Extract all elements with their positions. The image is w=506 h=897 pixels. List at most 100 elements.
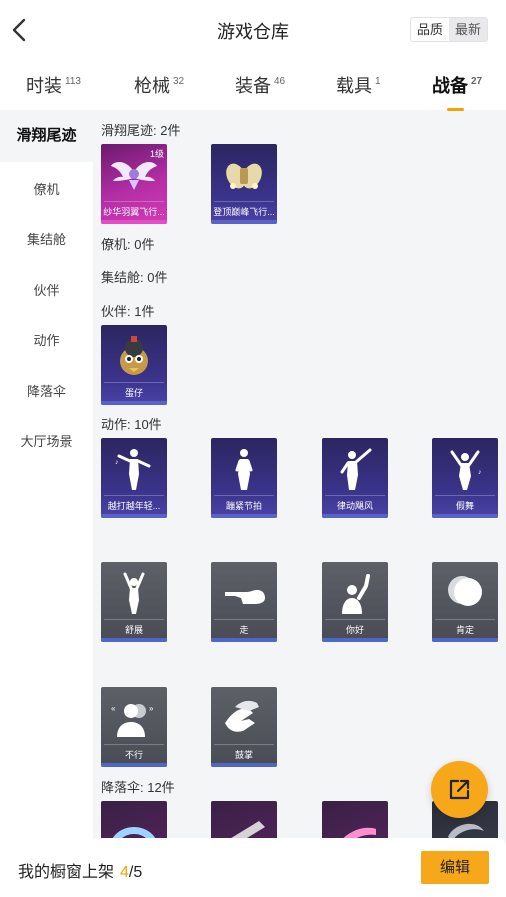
rarity-bar	[101, 638, 167, 642]
item-grid: 滑翔尾迹: 2件 1级 纱华羽翼飞行... 登顶巅峰飞行... 僚机: 0件 集…	[93, 110, 506, 838]
showcase-status: 我的橱窗上架 4/5	[18, 858, 142, 882]
section-label-partner: 伙伴: 1件	[101, 304, 155, 319]
clapping-hands-icon	[225, 700, 259, 732]
sidebar-item-lobby-scene[interactable]: 大厅场景	[0, 431, 93, 450]
rarity-bar	[211, 514, 277, 518]
item-name: 走	[239, 625, 249, 635]
svg-text:»: »	[149, 704, 154, 713]
item-card[interactable]: 走	[211, 562, 277, 642]
item-card[interactable]: ♪ 越打越年轻...	[101, 438, 167, 518]
sort-quality-button[interactable]: 品质	[411, 18, 449, 41]
sidebar-item-parachute[interactable]: 降落伞	[0, 381, 93, 400]
tab-equipment[interactable]: 装备 46	[235, 72, 285, 98]
share-button[interactable]	[431, 761, 488, 818]
rarity-bar	[432, 638, 498, 642]
tab-fashion[interactable]: 时装 113	[26, 72, 81, 98]
section-label-emote: 动作: 10件	[101, 417, 162, 432]
item-name: 假舞	[455, 501, 474, 511]
item-card[interactable]	[322, 801, 388, 838]
divider	[214, 201, 274, 202]
item-card[interactable]: 你好	[322, 562, 388, 642]
divider	[214, 744, 274, 745]
sidebar-item-pod[interactable]: 集结舱	[0, 229, 93, 248]
tab-count: 46	[274, 76, 286, 87]
sort-newest-button[interactable]: 最新	[448, 18, 487, 41]
parachute-icon	[112, 827, 156, 838]
sidebar-item-glide-trail[interactable]: 滑翔尾迹	[0, 110, 93, 162]
sidebar: 滑翔尾迹 僚机 集结舱 伙伴 动作 降落伞 大厅场景	[0, 110, 93, 897]
item-card[interactable]: 肯定	[432, 562, 498, 642]
dancer-figure-icon	[235, 449, 253, 490]
nodding-head-icon	[448, 576, 482, 606]
parachute-icon	[231, 821, 265, 838]
item-card[interactable]	[101, 801, 167, 838]
item-card[interactable]: 鼓掌	[211, 687, 277, 767]
item-card[interactable]: 蛋仔	[101, 325, 167, 405]
rarity-bar	[101, 401, 167, 405]
item-card[interactable]: « » 不行	[101, 687, 167, 767]
dancer-figure-icon: ♪	[115, 449, 151, 490]
edit-button[interactable]: 编辑	[421, 851, 489, 884]
tab-label: 装备	[235, 76, 271, 96]
section-label-glide: 滑翔尾迹: 2件	[101, 123, 181, 138]
header: 游戏仓库 品质 最新	[0, 0, 506, 60]
sidebar-item-emote[interactable]: 动作	[0, 330, 93, 349]
divider	[435, 619, 495, 620]
tab-count: 1	[375, 76, 381, 87]
tab-count: 113	[65, 76, 81, 87]
item-name: 舒展	[124, 625, 143, 635]
item-name: 越打越年轻...	[107, 501, 161, 511]
item-card[interactable]	[211, 801, 277, 838]
section-label-parachute: 降落伞: 12件	[101, 780, 175, 795]
rarity-bar	[101, 763, 167, 767]
item-name: 纱华羽翼飞行...	[103, 207, 165, 217]
tab-count: 32	[173, 76, 185, 87]
item-card[interactable]: 律动飓风	[322, 438, 388, 518]
divider	[104, 201, 164, 202]
rarity-bar	[322, 638, 388, 642]
sidebar-item-partner[interactable]: 伙伴	[0, 280, 93, 299]
divider	[435, 495, 495, 496]
rarity-bar	[101, 220, 167, 224]
sidebar-item-wingman[interactable]: 僚机	[0, 179, 93, 198]
pointing-hand-icon	[225, 590, 265, 604]
divider	[104, 495, 164, 496]
rarity-bar	[211, 638, 277, 642]
tab-count: 27	[471, 76, 483, 87]
svg-text:«: «	[111, 704, 116, 713]
showcase-total-count: /5	[128, 864, 143, 881]
svg-text:♪: ♪	[478, 469, 482, 476]
rarity-bar	[101, 514, 167, 518]
tab-label: 枪械	[134, 76, 170, 96]
stretch-figure-icon	[123, 572, 145, 614]
warehouse-screen: 游戏仓库 品质 最新 时装 113 枪械 32 装备 46 载具 1 战备 27 滑翔尾迹…	[0, 0, 506, 897]
divider	[214, 495, 274, 496]
tab-firearms[interactable]: 枪械 32	[134, 72, 184, 98]
rarity-bar	[322, 514, 388, 518]
item-name: 登顶巅峰飞行...	[213, 207, 275, 217]
rarity-bar	[211, 763, 277, 767]
dancer-figure-icon	[340, 448, 372, 490]
section-label-wingman: 僚机: 0件	[101, 237, 155, 252]
divider	[104, 619, 164, 620]
tab-label: 战备	[432, 76, 468, 96]
item-card[interactable]: 舒展	[101, 562, 167, 642]
showcase-label: 我的橱窗上架	[18, 864, 115, 881]
item-card[interactable]: 1级 纱华羽翼飞行...	[101, 144, 167, 224]
item-card[interactable]: 登顶巅峰飞行...	[211, 144, 277, 224]
divider	[214, 619, 274, 620]
item-card[interactable]: ♪ 假舞	[432, 438, 498, 518]
item-name: 律动飓风	[336, 501, 373, 511]
item-name: 不行	[124, 750, 143, 760]
divider	[325, 619, 385, 620]
category-tabs: 时装 113 枪械 32 装备 46 载具 1 战备 27	[0, 60, 506, 111]
rarity-bar	[432, 514, 498, 518]
tab-battle-prep[interactable]: 战备 27	[432, 72, 483, 111]
rarity-bar	[211, 220, 277, 224]
item-card[interactable]: 蹦紧节拍	[211, 438, 277, 518]
head-shake-icon: « »	[111, 704, 154, 737]
level-badge: 1级	[149, 149, 164, 159]
item-name: 蹦紧节拍	[225, 501, 262, 511]
tab-vehicles[interactable]: 载具 1	[336, 72, 381, 98]
dancer-figure-icon: ♪	[450, 450, 482, 490]
